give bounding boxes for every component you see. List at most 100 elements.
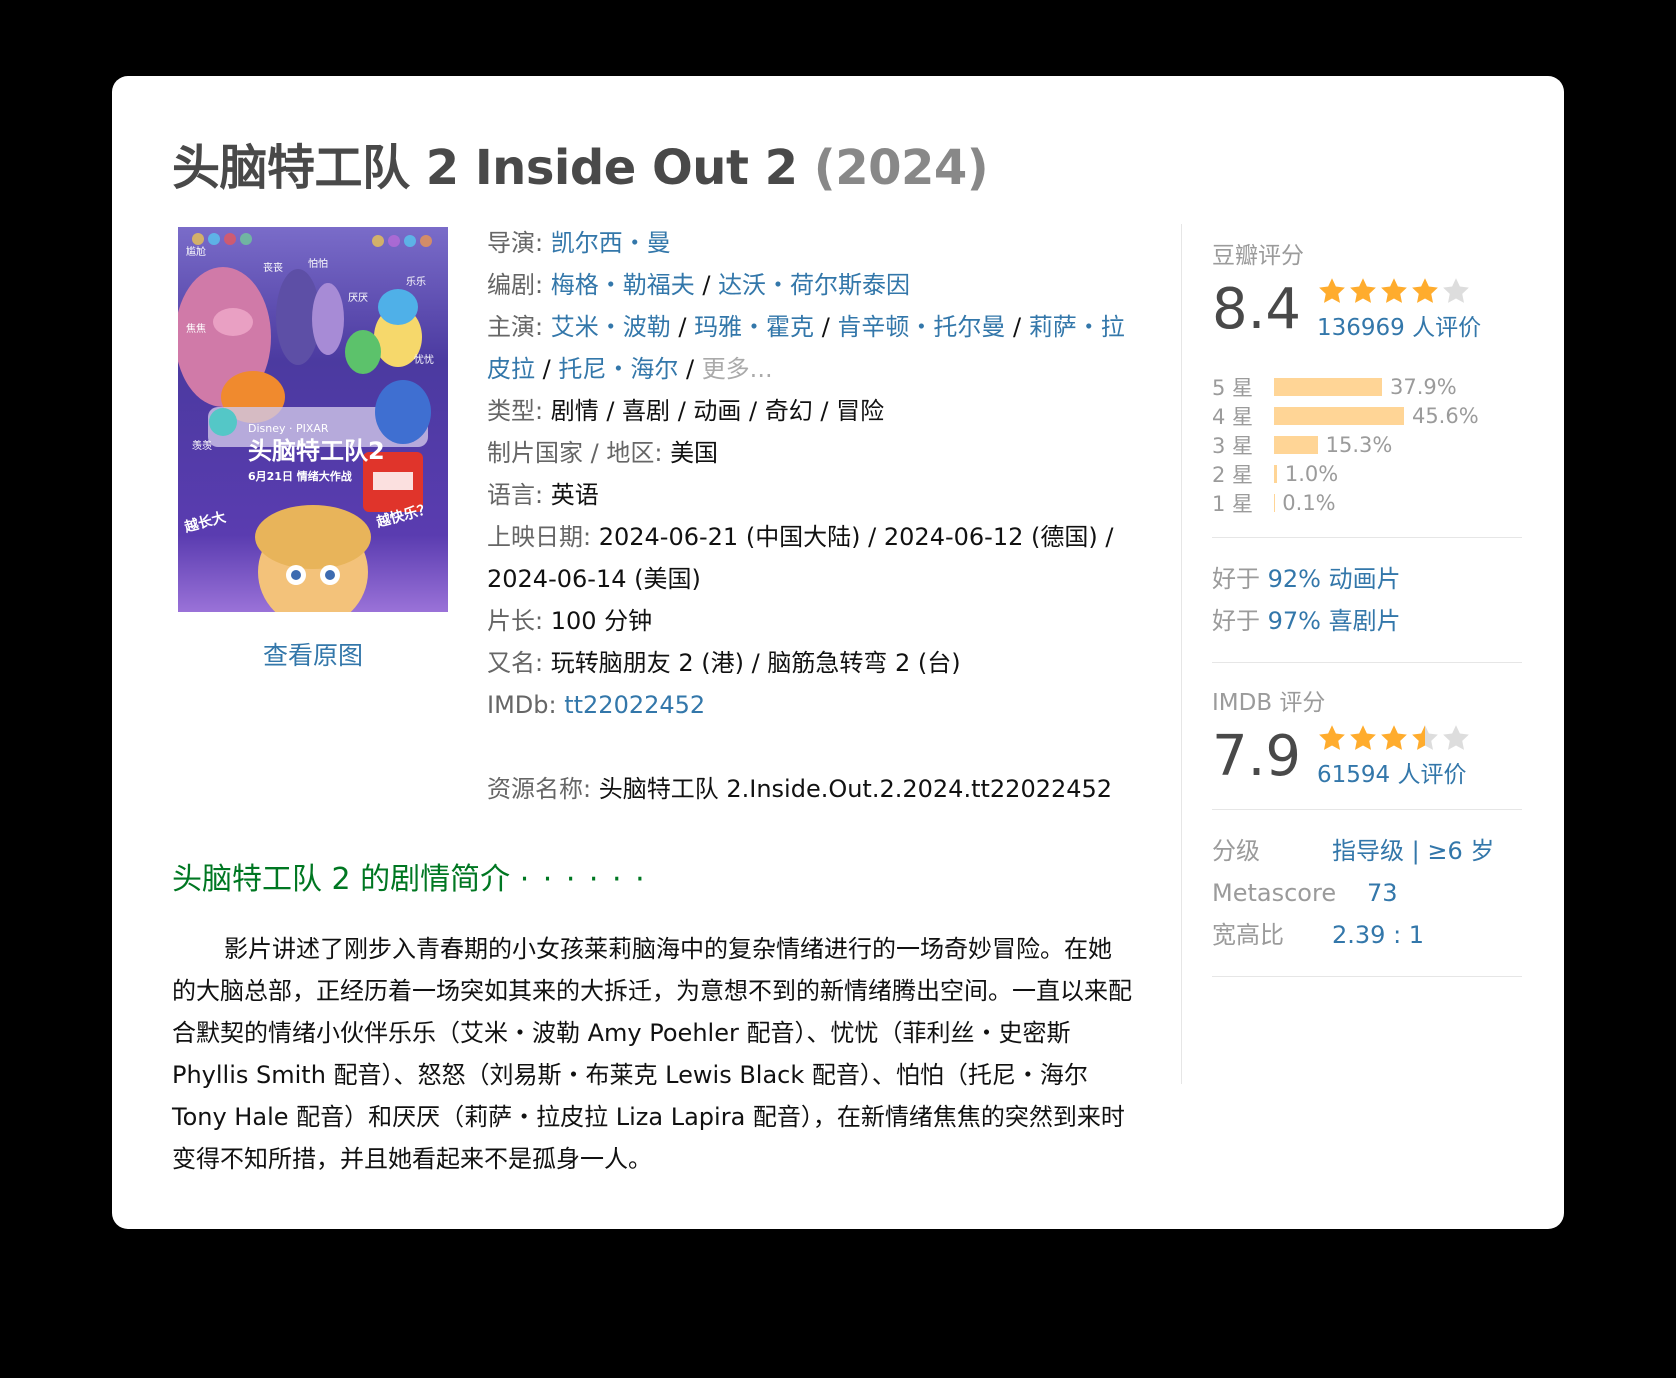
poster-label-ennui: 丧丧 bbox=[263, 262, 283, 274]
star-icon bbox=[1381, 278, 1407, 303]
info-director: 导演: 凯尔西・曼 bbox=[487, 229, 671, 257]
page-title: 头脑特工队 2 Inside Out 2 (2024) bbox=[172, 128, 989, 198]
aka-label: 又名 bbox=[487, 649, 535, 677]
info-imdb: IMDb: tt22022452 bbox=[487, 691, 706, 719]
director-link[interactable]: 凯尔西・曼 bbox=[551, 229, 671, 257]
meta-info: 分级 指导级 | ≥6 岁 Metascore 73 宽高比 2.39 : 1 bbox=[1212, 830, 1522, 956]
rating-row: 1 星 0.1% bbox=[1212, 488, 1522, 517]
meta-row: 宽高比 2.39 : 1 bbox=[1212, 914, 1522, 956]
language-label: 语言 bbox=[487, 481, 535, 509]
country-label: 制片国家 / 地区 bbox=[487, 439, 655, 467]
title-year: (2024) bbox=[813, 140, 989, 196]
meta-row: Metascore 73 bbox=[1212, 872, 1522, 914]
divider bbox=[1212, 662, 1522, 663]
poster-label-embarrassment: 尴尬 bbox=[186, 245, 206, 258]
rating-row-label: 4 星 bbox=[1212, 404, 1254, 429]
info-cast: 主演: 艾米・波勒 / 玛雅・霍克 / 肯辛顿・托尔曼 / 莉萨・拉皮拉 / 托… bbox=[487, 313, 1125, 383]
rating-bar bbox=[1274, 406, 1404, 425]
resource-label: 资源名称 bbox=[487, 775, 583, 803]
star-icon bbox=[1381, 725, 1407, 750]
douban-score: 8.4 bbox=[1212, 276, 1302, 342]
info-resource: 资源名称: 头脑特工队 2.Inside.Out.2.2024.tt220224… bbox=[487, 775, 1113, 803]
rating-row-label: 1 星 bbox=[1212, 491, 1254, 516]
cast-link[interactable]: 肯辛顿・托尔曼 bbox=[837, 313, 1005, 341]
movie-info: 导演: 凯尔西・曼 编剧: 梅格・勒福夫 / 达沃・荷尔斯泰因 主演: 艾米・波… bbox=[487, 222, 1127, 810]
genre-value: 剧情 / 喜剧 / 动画 / 奇幻 / 冒险 bbox=[550, 397, 885, 425]
info-release: 上映日期: 2024-06-21 (中国大陆) / 2024-06-12 (德国… bbox=[487, 523, 1114, 593]
star-icon bbox=[1319, 278, 1345, 303]
synopsis-text: 影片讲述了刚步入青春期的小女孩莱莉脑海中的复杂情绪进行的一场奇妙冒险。在她的大脑… bbox=[172, 935, 1132, 1173]
rating-bar bbox=[1274, 464, 1277, 483]
cast-link[interactable]: 托尼・海尔 bbox=[558, 355, 678, 383]
cast-label: 主演 bbox=[487, 313, 535, 341]
divider bbox=[1212, 537, 1522, 538]
poster-date: 6月21日 情绪大作战 bbox=[248, 469, 352, 483]
rating-bar bbox=[1274, 377, 1382, 396]
cast-more-link[interactable]: 更多... bbox=[702, 355, 773, 383]
writer-link[interactable]: 达沃・荷尔斯泰因 bbox=[718, 271, 910, 299]
douban-votes-link[interactable]: 136969 人评价 bbox=[1317, 308, 1481, 342]
rating-row: 3 星 15.3% bbox=[1212, 430, 1522, 459]
poster-label-fear: 怕怕 bbox=[308, 257, 328, 270]
better-than-link[interactable]: 92% 动画片 bbox=[1268, 565, 1401, 593]
rating-bar bbox=[1274, 435, 1318, 454]
meta-row: 分级 指导级 | ≥6 岁 bbox=[1212, 830, 1522, 872]
star-icon bbox=[1350, 725, 1376, 750]
writer-link[interactable]: 梅格・勒福夫 bbox=[551, 271, 695, 299]
language-value: 英语 bbox=[550, 481, 599, 509]
better-than-row: 好于 97% 喜剧片 bbox=[1212, 607, 1401, 635]
title-main: 头脑特工队 2 Inside Out 2 bbox=[172, 140, 798, 196]
better-than-link[interactable]: 97% 喜剧片 bbox=[1268, 607, 1401, 635]
star-icon bbox=[1443, 278, 1469, 303]
rating-panel: 豆瓣评分 8.4 136969 人评价 5 星 37.9% 4 星 45.6% … bbox=[1212, 236, 1522, 997]
synopsis-dots: · · · · · · bbox=[519, 862, 647, 897]
rating-percent: 0.1% bbox=[1282, 490, 1336, 515]
view-original-link[interactable]: 查看原图 bbox=[178, 636, 448, 672]
resource-value: 头脑特工队 2.Inside.Out.2.2024.tt22022452 bbox=[598, 775, 1113, 803]
rating-row-label: 2 星 bbox=[1212, 462, 1254, 487]
runtime-value: 100 分钟 bbox=[550, 607, 653, 635]
poster-label-joy: 乐乐 bbox=[406, 276, 426, 288]
cast-link[interactable]: 玛雅・霍克 bbox=[694, 313, 814, 341]
divider bbox=[1212, 976, 1522, 977]
rating-percent: 37.9% bbox=[1390, 374, 1457, 399]
poster-label-sadness: 忧忧 bbox=[414, 353, 434, 366]
movie-card: 头脑特工队 2 Inside Out 2 (2024) Disney · PIX… bbox=[112, 76, 1564, 1229]
divider bbox=[1212, 809, 1522, 810]
meta-key: Metascore bbox=[1212, 879, 1337, 907]
star-icon bbox=[1319, 725, 1345, 750]
aka-value: 玩转脑朋友 2 (港) / 脑筋急转弯 2 (台) bbox=[550, 649, 961, 677]
poster-title: 头脑特工队2 bbox=[248, 437, 385, 465]
imdb-votes-link[interactable]: 61594 人评价 bbox=[1317, 755, 1471, 789]
cast-link[interactable]: 艾米・波勒 bbox=[551, 313, 671, 341]
poster-artwork: Disney · PIXAR 头脑特工队2 6月21日 情绪大作战 尴尬 丧丧 … bbox=[178, 227, 448, 612]
rating-distribution: 5 星 37.9% 4 星 45.6% 3 星 15.3% 2 星 1.0% 1… bbox=[1212, 372, 1522, 517]
better-than: 好于 92% 动画片 好于 97% 喜剧片 bbox=[1212, 558, 1522, 642]
runtime-label: 片长 bbox=[487, 607, 535, 635]
info-country: 制片国家 / 地区: 美国 bbox=[487, 439, 719, 467]
info-runtime: 片长: 100 分钟 bbox=[487, 607, 653, 635]
rating-percent: 1.0% bbox=[1284, 461, 1339, 486]
imdb-label: IMDb bbox=[487, 691, 549, 719]
release-label: 上映日期 bbox=[487, 523, 583, 551]
poster-label-disgust: 厌厌 bbox=[348, 293, 368, 304]
movie-poster[interactable]: Disney · PIXAR 头脑特工队2 6月21日 情绪大作战 尴尬 丧丧 … bbox=[178, 227, 448, 612]
meta-value: 2.39 : 1 bbox=[1332, 921, 1425, 949]
imdb-rating-label: IMDB 评分 bbox=[1212, 690, 1326, 716]
rating-row: 5 星 37.9% bbox=[1212, 372, 1522, 401]
poster-brand: Disney · PIXAR bbox=[248, 422, 329, 435]
imdb-link[interactable]: tt22022452 bbox=[564, 691, 705, 719]
star-icon bbox=[1412, 725, 1438, 750]
star-icon bbox=[1443, 725, 1469, 750]
column-divider bbox=[1181, 224, 1182, 1084]
star-icon bbox=[1412, 278, 1438, 303]
rating-row: 4 星 45.6% bbox=[1212, 401, 1522, 430]
douban-score-row: 8.4 136969 人评价 bbox=[1212, 276, 1522, 342]
meta-value: 73 bbox=[1367, 879, 1398, 907]
synopsis-title-text: 头脑特工队 2 的剧情简介 bbox=[172, 862, 511, 897]
info-genre: 类型: 剧情 / 喜剧 / 动画 / 奇幻 / 冒险 bbox=[487, 397, 885, 425]
rating-percent: 45.6% bbox=[1411, 403, 1479, 428]
info-aka: 又名: 玩转脑朋友 2 (港) / 脑筋急转弯 2 (台) bbox=[487, 649, 961, 677]
writers-label: 编剧 bbox=[487, 271, 535, 299]
rating-row-label: 3 星 bbox=[1212, 433, 1254, 458]
